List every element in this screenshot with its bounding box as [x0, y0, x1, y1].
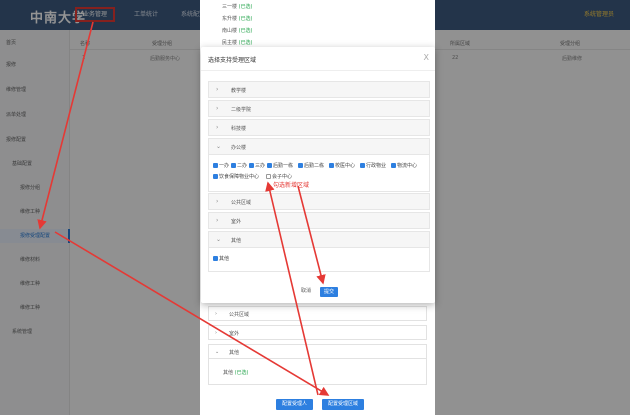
arrow-text-to-submit [297, 185, 326, 285]
arrow-sidebar-to-button [54, 231, 330, 396]
annotation-arrows [37, 21, 330, 396]
arrow-nav-to-sidebar [37, 21, 94, 230]
